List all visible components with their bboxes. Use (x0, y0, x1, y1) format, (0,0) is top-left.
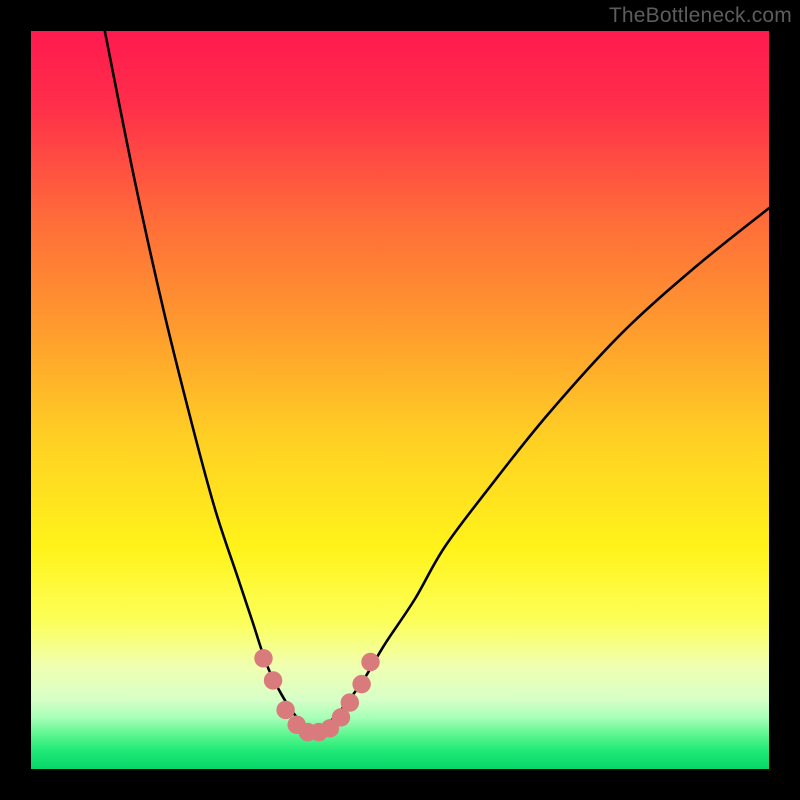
watermark-text: TheBottleneck.com (609, 4, 792, 28)
dip-marker (352, 675, 370, 693)
dip-marker (341, 693, 359, 711)
dip-marker (361, 653, 379, 671)
dip-marker (264, 671, 282, 689)
dip-marker (276, 701, 294, 719)
dip-marker-group (254, 649, 379, 741)
curve-layer (31, 31, 769, 769)
dip-marker (254, 649, 272, 667)
chart-frame (31, 31, 769, 769)
bottleneck-curve (105, 31, 769, 732)
